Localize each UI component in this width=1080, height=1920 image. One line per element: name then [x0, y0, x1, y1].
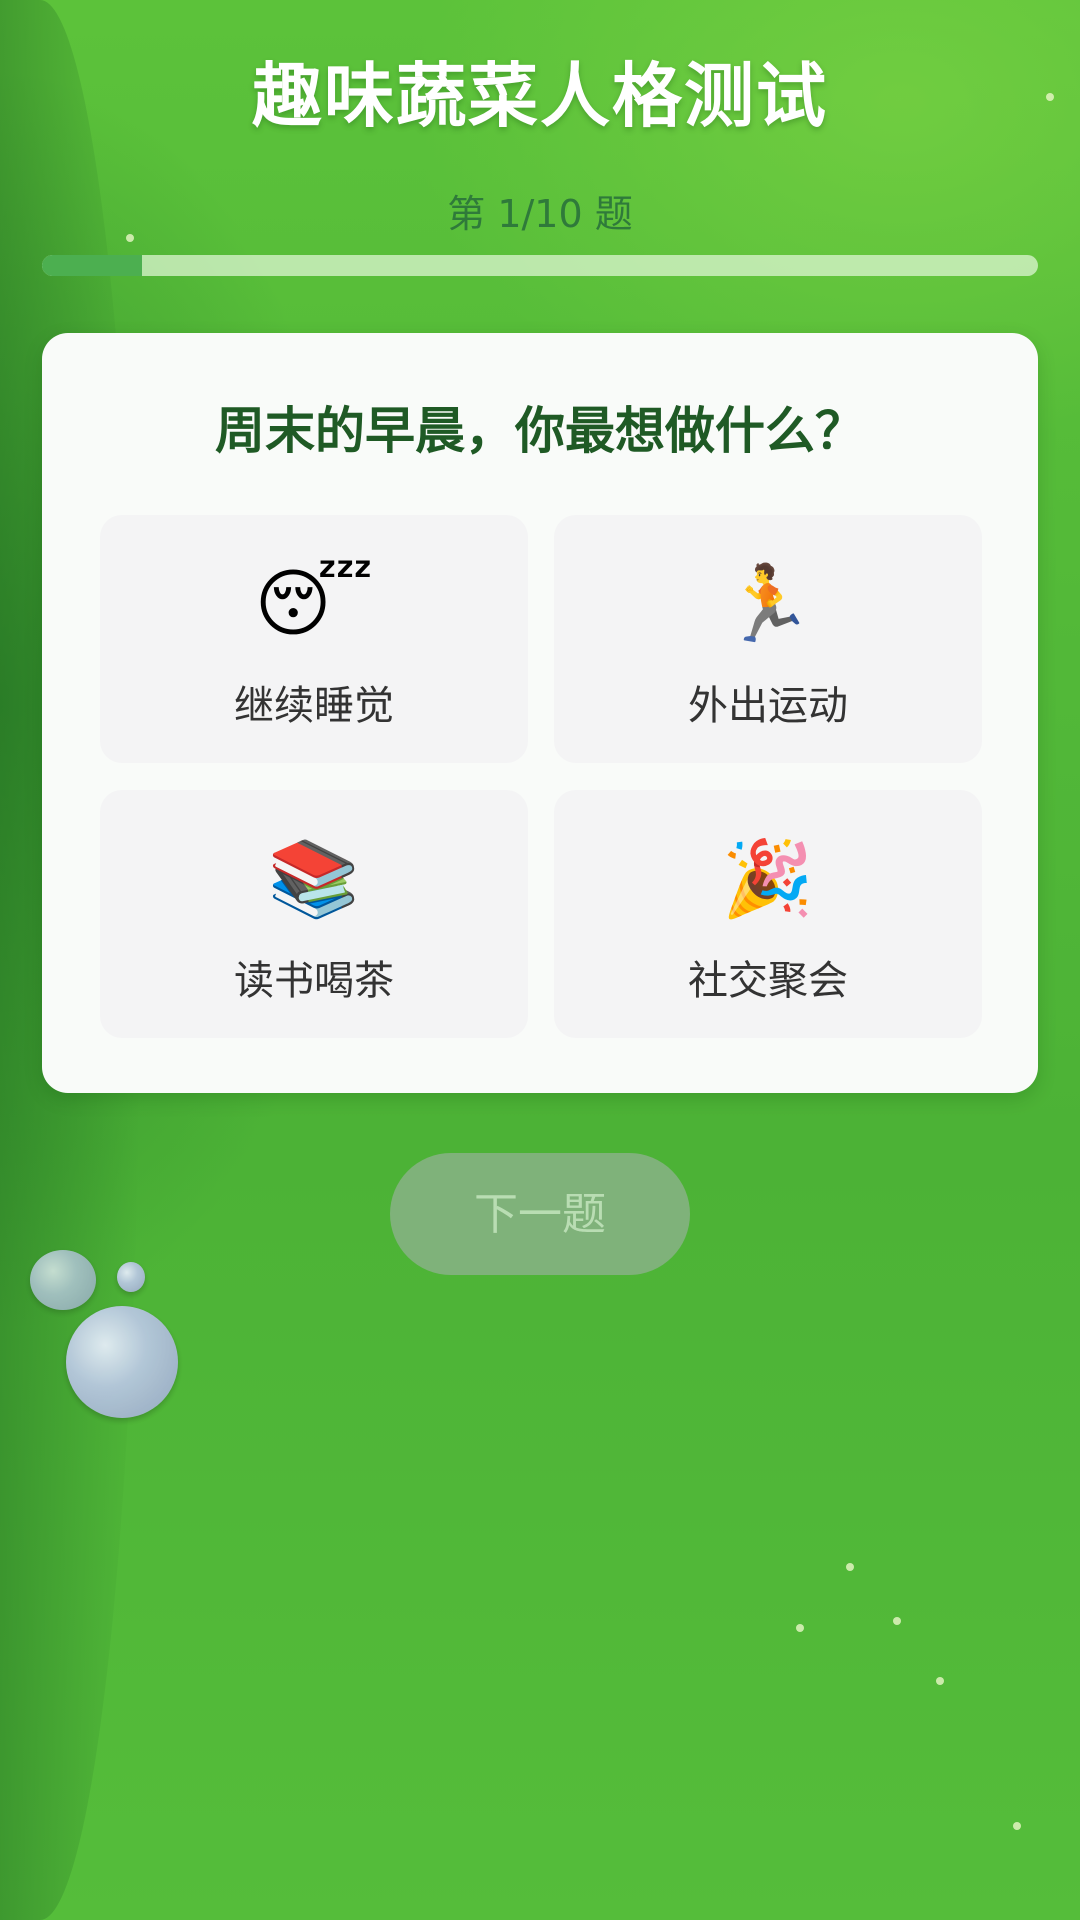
sparkle	[893, 1617, 901, 1625]
option-label: 社交聚会	[688, 958, 848, 1004]
progress-bar	[42, 255, 1038, 276]
option-card[interactable]: 😴 继续睡觉	[100, 515, 528, 763]
books-icon: 📚	[267, 836, 361, 922]
sparkle	[936, 1677, 944, 1685]
water-drop-icon	[117, 1262, 145, 1292]
sparkle	[846, 1563, 854, 1571]
sparkle	[1013, 1822, 1021, 1830]
option-label: 继续睡觉	[234, 683, 394, 729]
next-question-button[interactable]: 下一题	[390, 1153, 690, 1275]
sparkle	[796, 1624, 804, 1632]
page-title: 趣味蔬菜人格测试	[252, 55, 828, 137]
question-card: 周末的早晨，你最想做什么？ 😴 继续睡觉 🏃 外出运动 📚 读书喝茶 🎉 社交聚…	[42, 333, 1038, 1093]
option-card[interactable]: 📚 读书喝茶	[100, 790, 528, 1038]
quiz-page: 趣味蔬菜人格测试 第 1/10 题 周末的早晨，你最想做什么？ 😴 继续睡觉 🏃…	[0, 0, 1080, 1920]
sleeping-face-icon: 😴	[254, 561, 374, 647]
running-person-icon: 🏃	[721, 561, 815, 647]
option-label: 读书喝茶	[234, 958, 394, 1004]
party-popper-icon: 🎉	[721, 836, 815, 922]
water-drop-icon	[66, 1306, 178, 1418]
option-label: 外出运动	[688, 683, 848, 729]
progress-bar-fill	[42, 255, 142, 276]
option-card[interactable]: 🏃 外出运动	[554, 515, 982, 763]
water-drop-icon	[30, 1250, 96, 1310]
question-text: 周末的早晨，你最想做什么？	[215, 402, 865, 460]
option-card[interactable]: 🎉 社交聚会	[554, 790, 982, 1038]
progress-text: 第 1/10 题	[447, 192, 633, 236]
